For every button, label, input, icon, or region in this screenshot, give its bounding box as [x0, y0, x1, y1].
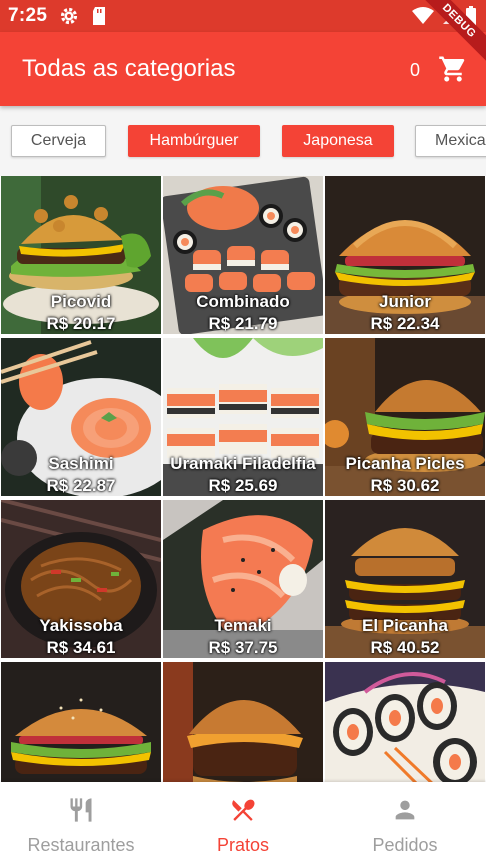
product-tile[interactable]: Picovid R$ 20.17 — [1, 176, 161, 334]
product-tile[interactable] — [1, 662, 161, 782]
product-tile[interactable]: Yakissoba R$ 34.61 — [1, 500, 161, 658]
product-grid: Picovid R$ 20.17 Combinado R$ 21.79 Juni… — [0, 176, 486, 782]
product-name: Combinado — [196, 292, 290, 311]
product-name: Picovid — [50, 292, 112, 311]
nav-label: Pratos — [216, 835, 270, 855]
nav-label: Pedidos — [372, 835, 438, 855]
sd-card-icon — [91, 6, 107, 26]
product-name: Sashimi — [48, 454, 114, 473]
product-name: Junior — [379, 292, 431, 311]
category-chip-cerveja[interactable]: Cerveja — [11, 125, 106, 157]
person-icon — [391, 796, 419, 829]
cart-count: 0 — [409, 60, 420, 80]
product-tile[interactable]: El Picanha R$ 40.52 — [325, 500, 485, 658]
product-tile[interactable] — [163, 662, 323, 782]
product-tile[interactable]: Sashimi R$ 22.87 — [1, 338, 161, 496]
category-chip-mexicana[interactable]: Mexica — [415, 125, 486, 157]
nav-item-pratos[interactable]: Pratos — [162, 782, 324, 864]
product-tile[interactable]: Picanha Picles R$ 30.62 — [325, 338, 485, 496]
bottom-navigation: Restaurantes Pratos Pedidos — [0, 782, 486, 864]
fork-knife-icon — [67, 796, 95, 829]
settings-gear-icon — [59, 6, 79, 26]
product-price: R$ 21.79 — [208, 314, 278, 333]
sushi-roll-image — [325, 662, 485, 782]
app-bar: Todas as categorias 0 — [0, 32, 486, 106]
product-price: R$ 25.69 — [208, 476, 278, 495]
product-price: R$ 22.34 — [370, 314, 440, 333]
product-name: El Picanha — [362, 616, 448, 635]
utensils-cross-icon — [229, 796, 257, 829]
nav-item-restaurantes[interactable]: Restaurantes — [0, 782, 162, 864]
product-tile[interactable]: Junior R$ 22.34 — [325, 176, 485, 334]
product-price: R$ 20.17 — [46, 314, 116, 333]
shopping-cart-icon[interactable] — [438, 54, 468, 89]
product-name: Picanha Picles — [345, 454, 465, 473]
product-tile[interactable]: Combinado R$ 21.79 — [163, 176, 323, 334]
wifi-icon — [412, 7, 434, 30]
category-filter-bar: Cerveja Hambúrguer Japonesa Mexica — [0, 106, 486, 176]
product-price: R$ 34.61 — [46, 638, 116, 657]
status-time: 7:25 — [8, 5, 48, 26]
nav-item-pedidos[interactable]: Pedidos — [324, 782, 486, 864]
page-title: Todas as categorias — [22, 55, 236, 82]
category-chip-hamburguer[interactable]: Hambúrguer — [128, 125, 260, 157]
status-bar: 7:25 — [0, 0, 486, 32]
burger-image — [1, 662, 161, 782]
category-chip-japonesa[interactable]: Japonesa — [282, 125, 394, 157]
product-price: R$ 37.75 — [208, 638, 278, 657]
product-price: R$ 22.87 — [46, 476, 116, 495]
product-name: Uramaki Filadelfia — [170, 454, 316, 473]
product-price: R$ 30.62 — [370, 476, 440, 495]
product-name: Temaki — [214, 616, 272, 635]
product-name: Yakissoba — [39, 616, 123, 635]
product-tile[interactable]: Temaki R$ 37.75 — [163, 500, 323, 658]
product-price: R$ 40.52 — [370, 638, 440, 657]
nav-label: Restaurantes — [27, 835, 135, 855]
burger-image — [163, 662, 323, 782]
product-tile[interactable]: Uramaki Filadelfia R$ 25.69 — [163, 338, 323, 496]
product-tile[interactable] — [325, 662, 485, 782]
